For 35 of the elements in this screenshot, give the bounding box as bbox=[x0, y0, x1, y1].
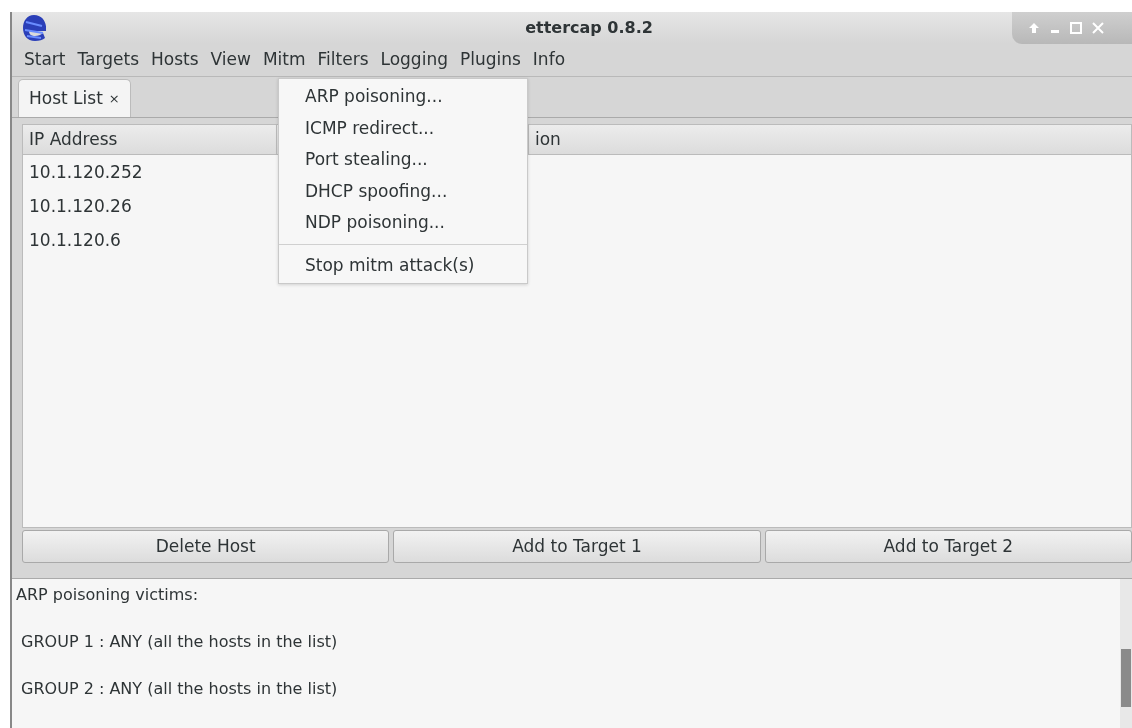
scrollbar[interactable] bbox=[1120, 579, 1132, 728]
window-title: ettercap 0.8.2 bbox=[525, 17, 653, 40]
log-line: ARP poisoning victims: bbox=[16, 585, 199, 604]
menu-item[interactable]: Hosts bbox=[145, 47, 205, 73]
menu-item[interactable]: Start bbox=[18, 47, 72, 73]
column-header[interactable]: IP Address bbox=[23, 125, 277, 155]
column-header[interactable]: ion bbox=[529, 125, 567, 155]
menu-option[interactable]: Port stealing... bbox=[279, 144, 527, 176]
menu-option[interactable]: ARP poisoning... bbox=[279, 81, 527, 113]
menu-item[interactable]: Plugins bbox=[453, 47, 527, 73]
menu-option[interactable]: ICMP redirect... bbox=[279, 112, 527, 144]
menu-item[interactable]: Logging bbox=[374, 47, 454, 73]
log-line: GROUP 1 : ANY (all the hosts in the list) bbox=[20, 632, 338, 651]
action-button[interactable]: Add to Target 1 bbox=[393, 530, 761, 563]
up-arrow-icon[interactable] bbox=[1028, 22, 1040, 34]
menu-option[interactable]: DHCP spoofing... bbox=[279, 175, 527, 207]
table-cell-text: 10.1.120.26 bbox=[29, 194, 132, 218]
tab[interactable]: Host List × bbox=[18, 79, 131, 118]
table-cell-text: 10.1.120.6 bbox=[29, 228, 121, 252]
menu-option[interactable]: Stop mitm attack(s) bbox=[279, 249, 527, 281]
scrollbar-thumb[interactable] bbox=[1121, 649, 1131, 707]
close-tab-icon[interactable]: × bbox=[108, 89, 120, 109]
menu-option[interactable]: NDP poisoning... bbox=[279, 207, 527, 239]
app-logo-icon bbox=[22, 13, 46, 44]
action-button[interactable]: Add to Target 2 bbox=[764, 530, 1132, 563]
menu-item[interactable]: Mitm bbox=[256, 47, 312, 73]
action-button[interactable]: Delete Host bbox=[22, 530, 390, 563]
menu-item[interactable]: View bbox=[204, 47, 257, 73]
menu-item[interactable]: Filters bbox=[311, 47, 375, 73]
close-icon[interactable] bbox=[1092, 22, 1104, 34]
menu-item[interactable]: Info bbox=[526, 47, 572, 73]
log-line: GROUP 2 : ANY (all the hosts in the list) bbox=[20, 679, 338, 698]
menu-item[interactable]: Targets bbox=[71, 47, 145, 73]
table-cell-text: 10.1.120.252 bbox=[29, 160, 143, 184]
maximize-icon[interactable] bbox=[1070, 22, 1082, 34]
